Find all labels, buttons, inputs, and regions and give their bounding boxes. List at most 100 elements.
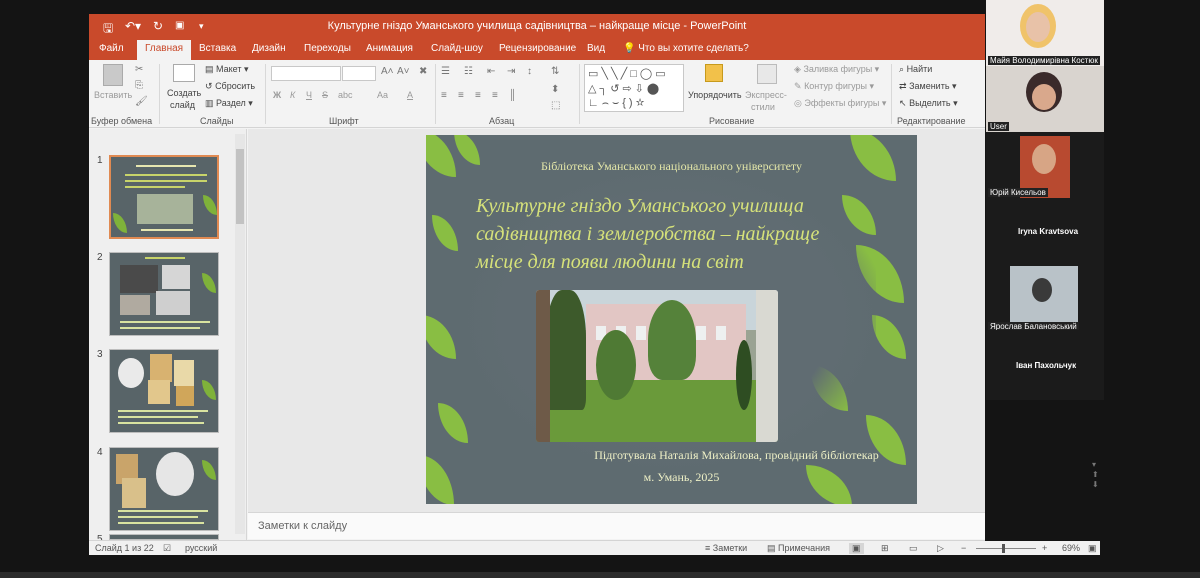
slide-thumbnail-4[interactable]: [109, 447, 219, 531]
new-slide-button-line2[interactable]: слайд: [170, 100, 195, 110]
font-name-input[interactable]: [271, 66, 341, 81]
strikethrough-button[interactable]: S: [322, 90, 328, 100]
language-indicator[interactable]: русский: [185, 543, 217, 553]
grow-font-icon[interactable]: A˄: [381, 66, 394, 77]
underline-button[interactable]: Ч: [306, 90, 312, 100]
slide-thumbnail-2[interactable]: [109, 252, 219, 336]
text-direction-icon[interactable]: ⇅: [551, 66, 559, 77]
decrease-indent-icon[interactable]: ⇤: [487, 66, 495, 77]
zoom-slider-thumb[interactable]: [1002, 544, 1005, 553]
tab-review[interactable]: Рецензирование: [499, 43, 576, 54]
cut-icon[interactable]: ✂: [135, 64, 143, 75]
tab-view[interactable]: Вид: [587, 43, 605, 54]
tab-animations[interactable]: Анимация: [366, 43, 413, 54]
columns-icon[interactable]: ║: [509, 90, 516, 101]
bullets-icon[interactable]: ☰: [441, 66, 450, 77]
format-painter-icon[interactable]: 🖌: [135, 96, 148, 107]
participant-tile-2[interactable]: User: [986, 66, 1104, 132]
tab-slideshow[interactable]: Слайд-шоу: [431, 43, 483, 54]
new-slide-button[interactable]: Создать: [167, 88, 201, 98]
group-label-font: Шрифт: [329, 116, 359, 126]
thumbnail-scroll-thumb[interactable]: [236, 149, 244, 224]
slideshow-view-icon[interactable]: ▷: [937, 543, 944, 554]
slide-thumbnail-1[interactable]: [109, 155, 219, 239]
window-title: Культурне гніздо Уманського училища саді…: [327, 20, 747, 32]
font-size-input[interactable]: [342, 66, 376, 81]
shape-outline-button[interactable]: ✎ Контур фигуры ▾: [794, 81, 874, 92]
find-button[interactable]: ⌕ Найти: [899, 64, 932, 75]
copy-icon[interactable]: ⎘: [135, 80, 143, 91]
comments-toggle-button[interactable]: ▤ Примечания: [767, 543, 830, 554]
layout-button[interactable]: ▤ Макет ▾: [205, 64, 249, 75]
paste-button[interactable]: Вставить: [94, 90, 132, 100]
change-case-button[interactable]: Aa: [377, 90, 388, 100]
shapes-row-1-icon[interactable]: ▭╲╲╱□◯▭: [588, 67, 669, 80]
tab-home[interactable]: Главная: [137, 40, 192, 60]
tell-me-box[interactable]: 💡 Что вы хотите сделать?: [623, 43, 749, 54]
normal-view-icon[interactable]: ▣: [849, 543, 864, 554]
align-left-icon[interactable]: ≡: [441, 90, 447, 101]
quick-styles-button-line2[interactable]: стили: [751, 102, 775, 112]
tab-transitions[interactable]: Переходы: [304, 43, 351, 54]
lightbulb-icon: 💡: [623, 43, 636, 54]
align-right-icon[interactable]: ≡: [475, 90, 481, 101]
section-button[interactable]: ▥ Раздел ▾: [205, 98, 253, 109]
tab-design[interactable]: Дизайн: [252, 43, 286, 54]
tab-insert[interactable]: Вставка: [199, 43, 236, 54]
fit-to-window-icon[interactable]: ▣: [1088, 543, 1097, 554]
participant-tile-4[interactable]: Iryna Kravtsova: [986, 198, 1104, 264]
slide-title-line-2: садівництва і землеробства – найкраще: [476, 223, 820, 245]
quick-styles-button[interactable]: Экспресс-: [745, 90, 787, 100]
align-text-icon[interactable]: ⬍: [551, 84, 559, 95]
numbering-icon[interactable]: ☷: [464, 66, 473, 77]
ribbon: Вставить ✂ ⎘ 🖌 Буфер обмена Создать слай…: [89, 60, 985, 128]
arrange-icon[interactable]: [705, 64, 723, 82]
notes-pane[interactable]: Заметки к слайду: [248, 512, 985, 539]
reading-view-icon[interactable]: ▭: [909, 543, 918, 554]
increase-indent-icon[interactable]: ⇥: [507, 66, 515, 77]
clear-format-icon[interactable]: ✖: [419, 66, 427, 77]
char-spacing-button[interactable]: abc: [338, 90, 353, 100]
zoom-in-icon[interactable]: +: [1042, 543, 1047, 553]
vertical-scroll-controls[interactable]: ▾ ⬆ ⬇: [1092, 460, 1099, 490]
tell-me-text: Что вы хотите сделать?: [638, 43, 749, 54]
slide-sorter-icon[interactable]: ⊞: [881, 543, 889, 554]
bold-button[interactable]: Ж: [273, 90, 281, 100]
select-button[interactable]: ↖ Выделить ▾: [899, 98, 958, 109]
justify-icon[interactable]: ≡: [492, 90, 498, 101]
participant-tile-1[interactable]: Майя Володимирівна Костюк: [986, 0, 1104, 66]
italic-button[interactable]: К: [290, 90, 295, 100]
zoom-out-icon[interactable]: −: [961, 543, 966, 553]
align-center-icon[interactable]: ≡: [458, 90, 464, 101]
arrange-button[interactable]: Упорядочить: [688, 90, 742, 100]
replace-button[interactable]: ⇄ Заменить ▾: [899, 81, 957, 92]
comment-icon: ▤: [767, 543, 776, 553]
participant-tile-3[interactable]: Юрій Кисельов: [986, 132, 1104, 198]
section-icon: ▥: [205, 98, 214, 108]
zoom-slider-track[interactable]: [976, 548, 1036, 549]
smartart-icon[interactable]: ⬚: [551, 100, 560, 111]
slide-thumbnail-3[interactable]: [109, 349, 219, 433]
spellcheck-icon[interactable]: ☑: [163, 543, 171, 554]
shape-fill-button[interactable]: ◈ Заливка фигуры ▾: [794, 64, 879, 75]
slide-city-year: м. Умань, 2025: [643, 470, 720, 484]
replace-icon: ⇄: [899, 81, 907, 91]
shapes-row-3-icon[interactable]: ∟⌢⌣{)☆: [588, 97, 647, 110]
new-slide-icon[interactable]: [173, 64, 195, 82]
current-slide[interactable]: Бібліотека Уманського національного унів…: [426, 135, 917, 504]
shrink-font-icon[interactable]: A˅: [397, 66, 410, 77]
font-color-button[interactable]: A: [407, 90, 413, 100]
notes-toggle-button[interactable]: ≡ Заметки: [705, 543, 747, 553]
participant-tile-6[interactable]: Іван Пахольчук: [986, 330, 1104, 396]
paste-icon[interactable]: [103, 64, 123, 86]
quick-styles-icon[interactable]: [757, 64, 777, 84]
shapes-row-2-icon[interactable]: △┐↺⇨⇩⬤: [588, 82, 662, 95]
shapes-gallery[interactable]: ▭╲╲╱□◯▭ △┐↺⇨⇩⬤ ∟⌢⌣{)☆: [584, 64, 684, 112]
zoom-level[interactable]: 69%: [1062, 543, 1080, 553]
reset-button[interactable]: ↺ Сбросить: [205, 81, 255, 92]
tab-file[interactable]: Файл: [99, 43, 124, 54]
participant-tile-5[interactable]: Ярослав Балановський: [986, 264, 1104, 330]
ribbon-tabs: Файл Главная Вставка Дизайн Переходы Ани…: [89, 40, 985, 60]
shape-effects-button[interactable]: ◎ Эффекты фигуры ▾: [794, 98, 886, 109]
line-spacing-icon[interactable]: ↕: [527, 66, 532, 77]
